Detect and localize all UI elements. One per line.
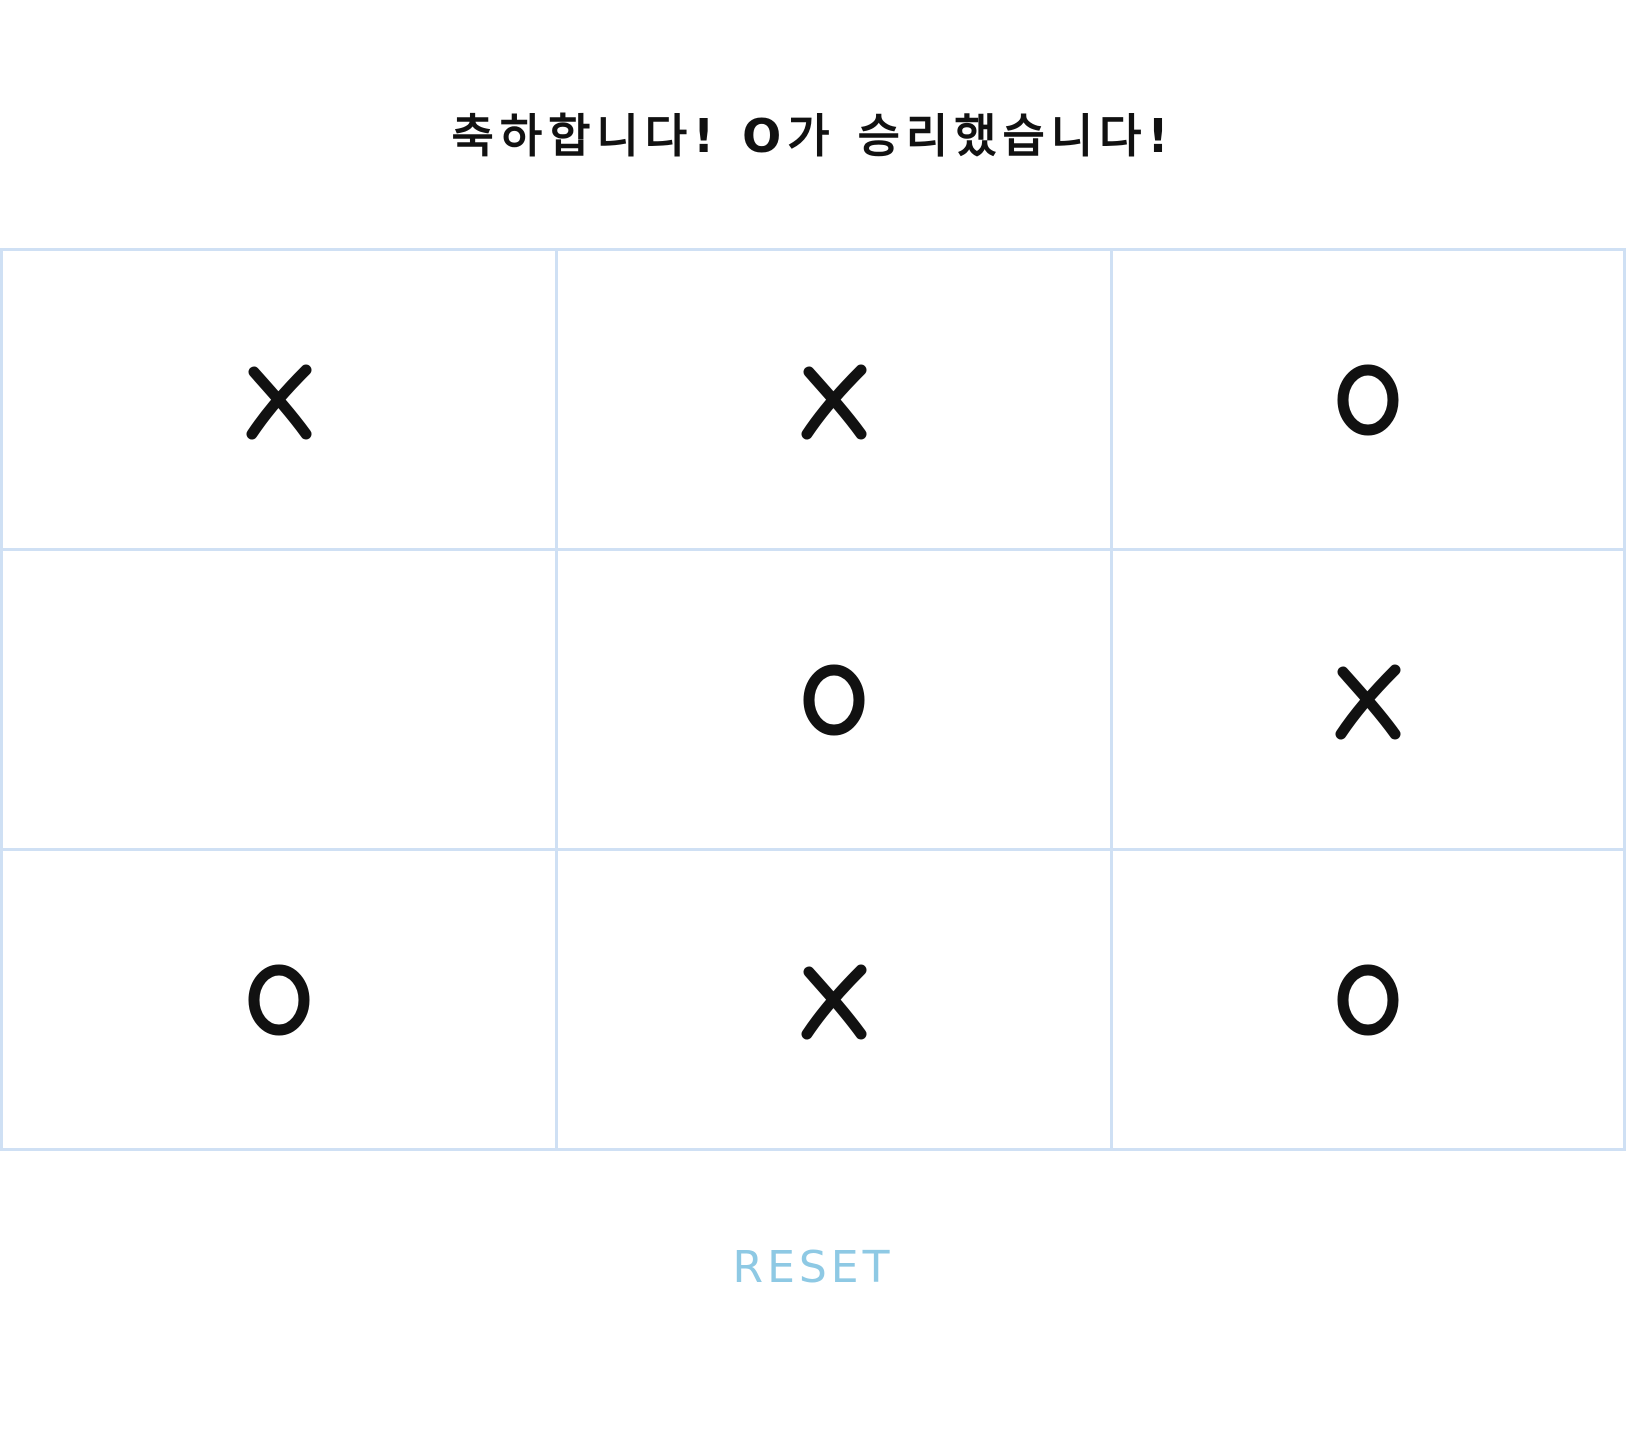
cell-mark xyxy=(558,851,1110,1148)
board-cell-3[interactable] xyxy=(3,551,558,851)
board-cell-4[interactable] xyxy=(558,551,1113,851)
o-mark-icon xyxy=(803,664,865,735)
cell-mark xyxy=(3,551,555,848)
x-mark-icon xyxy=(246,364,312,439)
cell-mark xyxy=(3,851,555,1148)
x-mark-icon xyxy=(801,364,867,439)
reset-button[interactable]: RESET xyxy=(713,1232,913,1302)
cell-mark xyxy=(3,251,555,548)
board-cell-1[interactable] xyxy=(558,251,1113,551)
board-cell-2[interactable] xyxy=(1113,251,1623,551)
x-mark-icon xyxy=(801,964,867,1039)
o-mark-icon xyxy=(1337,964,1399,1035)
cell-mark xyxy=(1113,251,1623,548)
status-message: 축하합니다! O가 승리했습니다! xyxy=(451,109,1175,163)
o-mark-icon xyxy=(1337,364,1399,435)
board-cell-7[interactable] xyxy=(558,851,1113,1148)
cell-mark xyxy=(1113,851,1623,1148)
cell-mark xyxy=(1113,551,1623,848)
cell-mark xyxy=(558,251,1110,548)
cell-mark xyxy=(558,551,1110,848)
board-cell-5[interactable] xyxy=(1113,551,1623,851)
o-mark-icon xyxy=(248,964,310,1035)
board-cell-6[interactable] xyxy=(3,851,558,1148)
game-board xyxy=(0,248,1626,1151)
board-cell-8[interactable] xyxy=(1113,851,1623,1148)
board-cell-0[interactable] xyxy=(3,251,558,551)
x-mark-icon xyxy=(1335,664,1401,739)
